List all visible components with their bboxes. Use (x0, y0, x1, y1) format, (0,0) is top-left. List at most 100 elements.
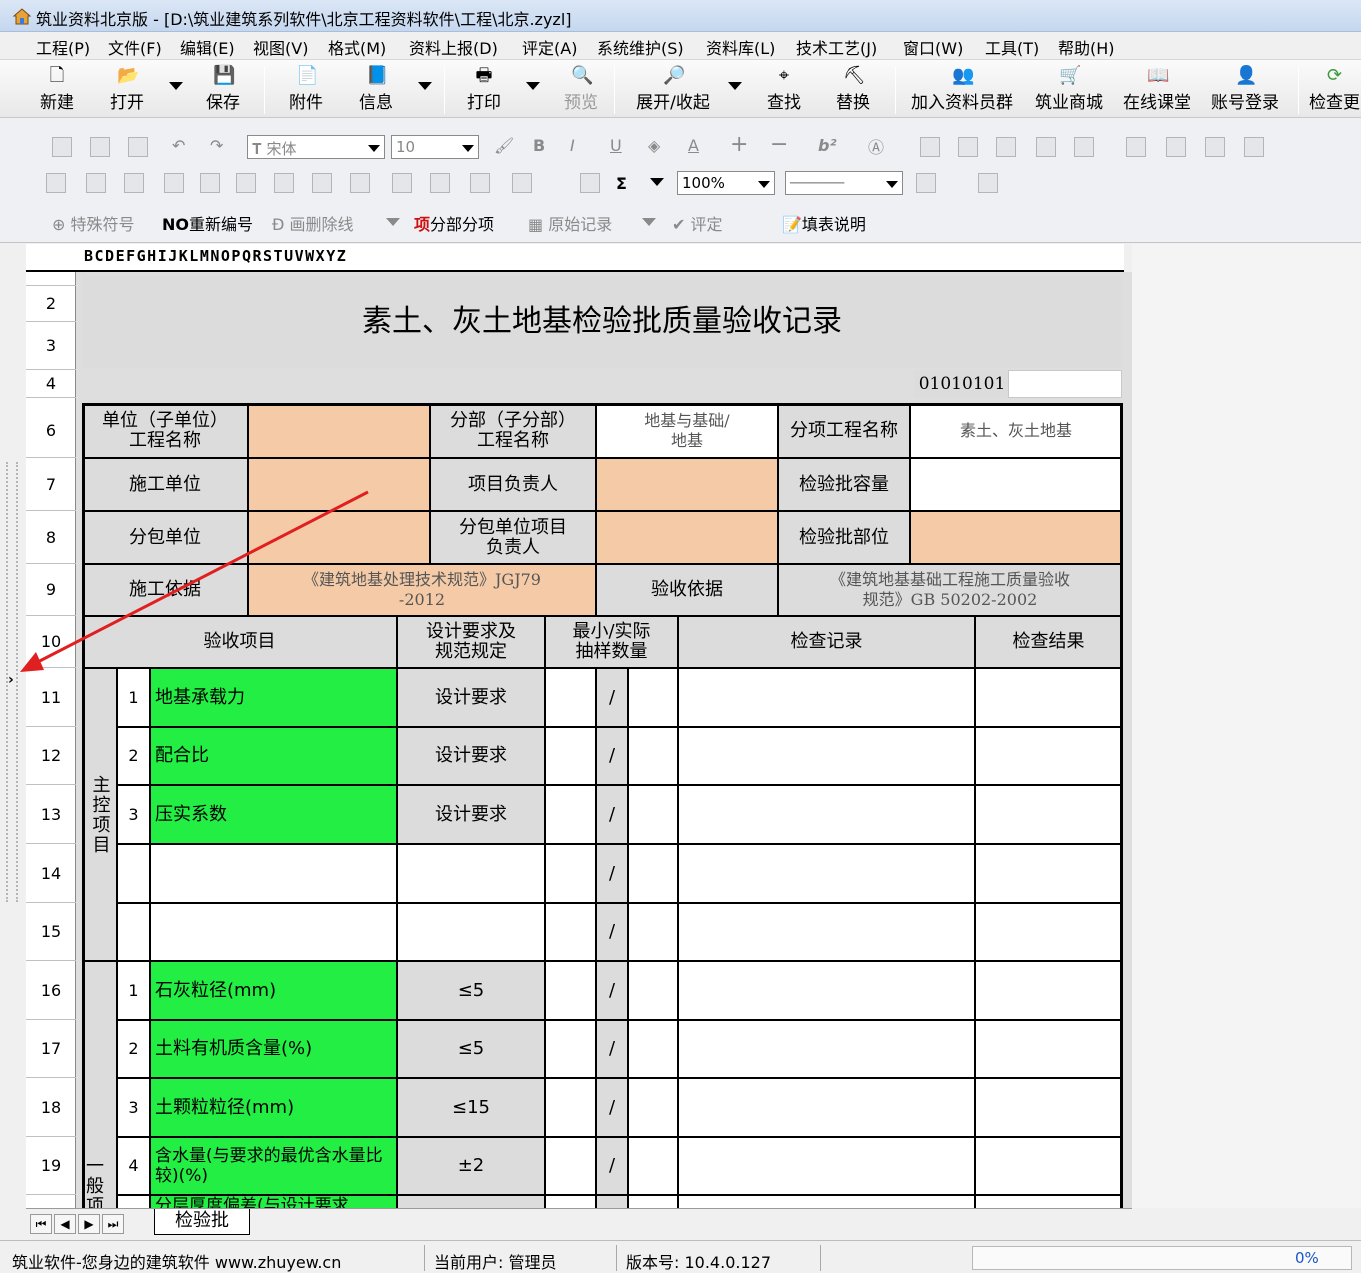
min-sample-cell[interactable] (545, 668, 596, 727)
insert-row-icon[interactable] (86, 173, 106, 193)
constructor-value-cell[interactable] (248, 458, 430, 511)
merge-cells-icon[interactable] (236, 173, 256, 193)
cut-icon[interactable] (90, 137, 110, 157)
menu-edit[interactable]: 编辑(E) (178, 35, 237, 59)
align-center-icon[interactable] (958, 137, 978, 157)
first-sheet-icon[interactable]: ⏮ (30, 1214, 52, 1234)
row-header-cell[interactable]: 7 (26, 458, 76, 511)
expand-dropdown-arrow[interactable] (728, 82, 742, 90)
result-cell[interactable] (975, 1020, 1122, 1078)
min-sample-cell[interactable] (545, 1078, 596, 1137)
row-header-cell[interactable]: 11 (26, 668, 76, 727)
raw-record-button[interactable]: ▦ 原始记录 (528, 211, 612, 235)
row-header-cell[interactable]: 8 (26, 511, 76, 564)
underline-icon[interactable]: U (610, 136, 622, 155)
menu-library[interactable]: 资料库(L) (704, 35, 777, 59)
fraction-icon[interactable]: Ⓐ (868, 134, 884, 158)
min-sample-cell[interactable] (545, 1195, 596, 1208)
row-header-cell[interactable]: 9 (26, 564, 76, 616)
result-cell[interactable] (975, 1078, 1122, 1137)
actual-sample-cell[interactable] (628, 1078, 678, 1137)
item-name-value[interactable]: 素土、灰土地基 (910, 404, 1122, 458)
column-split-icon[interactable] (1166, 137, 1186, 157)
row-header-cell[interactable]: 6 (26, 404, 76, 458)
actual-sample-cell[interactable] (628, 1195, 678, 1208)
result-cell[interactable] (975, 903, 1122, 961)
menu-system[interactable]: 系统维护(S) (595, 35, 686, 59)
subdivision-value[interactable]: 地基与基础/ 地基 (596, 404, 778, 458)
info-dropdown-arrow[interactable] (418, 82, 432, 90)
format-painter-icon[interactable] (470, 173, 490, 193)
min-sample-cell[interactable] (545, 727, 596, 785)
row-header-cell[interactable]: 12 (26, 727, 76, 785)
raw-dropdown-arrow[interactable] (642, 218, 656, 226)
column-merge-icon[interactable] (1205, 137, 1225, 157)
superscript-icon[interactable]: b² (818, 136, 836, 155)
decrease-icon[interactable]: − (770, 132, 788, 157)
menu-tools[interactable]: 工具(T) (983, 35, 1041, 59)
border-icon[interactable] (1244, 137, 1264, 157)
strike-dropdown-arrow[interactable] (386, 218, 400, 226)
attach-button[interactable]: 📄 附件 (283, 64, 329, 114)
color-brush-icon[interactable]: 🖌 (494, 136, 514, 155)
row-header-cell[interactable]: 15 (26, 903, 76, 961)
row-header-cell[interactable]: 13 (26, 785, 76, 844)
batch-location-cell[interactable] (910, 511, 1122, 564)
actual-sample-cell[interactable] (628, 1020, 678, 1078)
record-cell[interactable] (678, 1195, 975, 1208)
open-dropdown-arrow[interactable] (169, 82, 183, 90)
row-header-cell[interactable]: 18 (26, 1078, 76, 1137)
code-input-cell[interactable] (1008, 370, 1122, 398)
min-sample-cell[interactable] (545, 1137, 596, 1195)
evaluate-button[interactable]: ✔ 评定 (672, 211, 723, 235)
min-sample-cell[interactable] (545, 785, 596, 844)
delete-row-icon[interactable] (124, 173, 144, 193)
column-icon[interactable] (1126, 137, 1146, 157)
font-size-select[interactable]: 10 (391, 135, 479, 159)
undo-icon[interactable]: ↶ (172, 136, 185, 155)
result-cell[interactable] (975, 1195, 1122, 1208)
fill-color-icon[interactable]: ◈ (648, 136, 660, 155)
sheet-tab[interactable]: 检验批 (154, 1209, 250, 1235)
main-item-name[interactable] (150, 844, 397, 903)
main-item-name[interactable] (150, 903, 397, 961)
main-item-name[interactable]: 配合比 (150, 727, 397, 785)
lock-icon[interactable] (350, 173, 370, 193)
paste-icon[interactable] (128, 137, 148, 157)
align-justify-icon[interactable] (1036, 137, 1056, 157)
min-sample-cell[interactable] (545, 844, 596, 903)
actual-sample-cell[interactable] (628, 727, 678, 785)
general-item-name[interactable]: 土料有机质含量(%) (150, 1020, 397, 1078)
actual-sample-cell[interactable] (628, 785, 678, 844)
split-cells-icon[interactable] (274, 173, 294, 193)
fill-instructions-button[interactable]: 📝填表说明 (782, 211, 866, 235)
general-item-requirement[interactable]: ±2 (397, 1137, 545, 1195)
border-style-icon[interactable] (916, 173, 936, 193)
general-item-name[interactable]: 分层厚度偏差(与设计要求 (150, 1195, 397, 1208)
row-header-cell[interactable]: 17 (26, 1020, 76, 1078)
last-sheet-icon[interactable]: ⏭ (102, 1214, 124, 1234)
general-item-requirement[interactable]: ≤5 (397, 961, 545, 1020)
result-cell[interactable] (975, 668, 1122, 727)
font-family-select[interactable]: 𝐓 宋体 (247, 135, 385, 159)
join-group-button[interactable]: 👥 加入资料员群 (906, 64, 1018, 114)
result-cell[interactable] (975, 727, 1122, 785)
preview-button[interactable]: 🔍 预览 (558, 64, 604, 114)
expand-collapse-button[interactable]: 🔎 展开/收起 (630, 64, 716, 114)
main-item-requirement[interactable]: 设计要求 (397, 727, 545, 785)
row-header-cell[interactable]: 14 (26, 844, 76, 903)
formula-icon[interactable] (580, 173, 600, 193)
actual-sample-cell[interactable] (628, 844, 678, 903)
subcontractor-pm-cell[interactable] (596, 511, 778, 564)
record-cell[interactable] (678, 903, 975, 961)
split-item-button[interactable]: 项分部分项 (414, 211, 494, 235)
row-header-cell[interactable]: 2 (26, 286, 76, 322)
main-item-name[interactable]: 地基承载力 (150, 668, 397, 727)
record-cell[interactable] (678, 668, 975, 727)
row-header-cell[interactable]: 4 (26, 370, 76, 398)
main-item-requirement[interactable]: 设计要求 (397, 668, 545, 727)
print-button[interactable]: 🖶 打印 (461, 64, 507, 114)
menu-technique[interactable]: 技术工艺(J) (794, 35, 879, 59)
menu-report[interactable]: 资料上报(D) (407, 35, 500, 59)
main-item-requirement[interactable] (397, 844, 545, 903)
